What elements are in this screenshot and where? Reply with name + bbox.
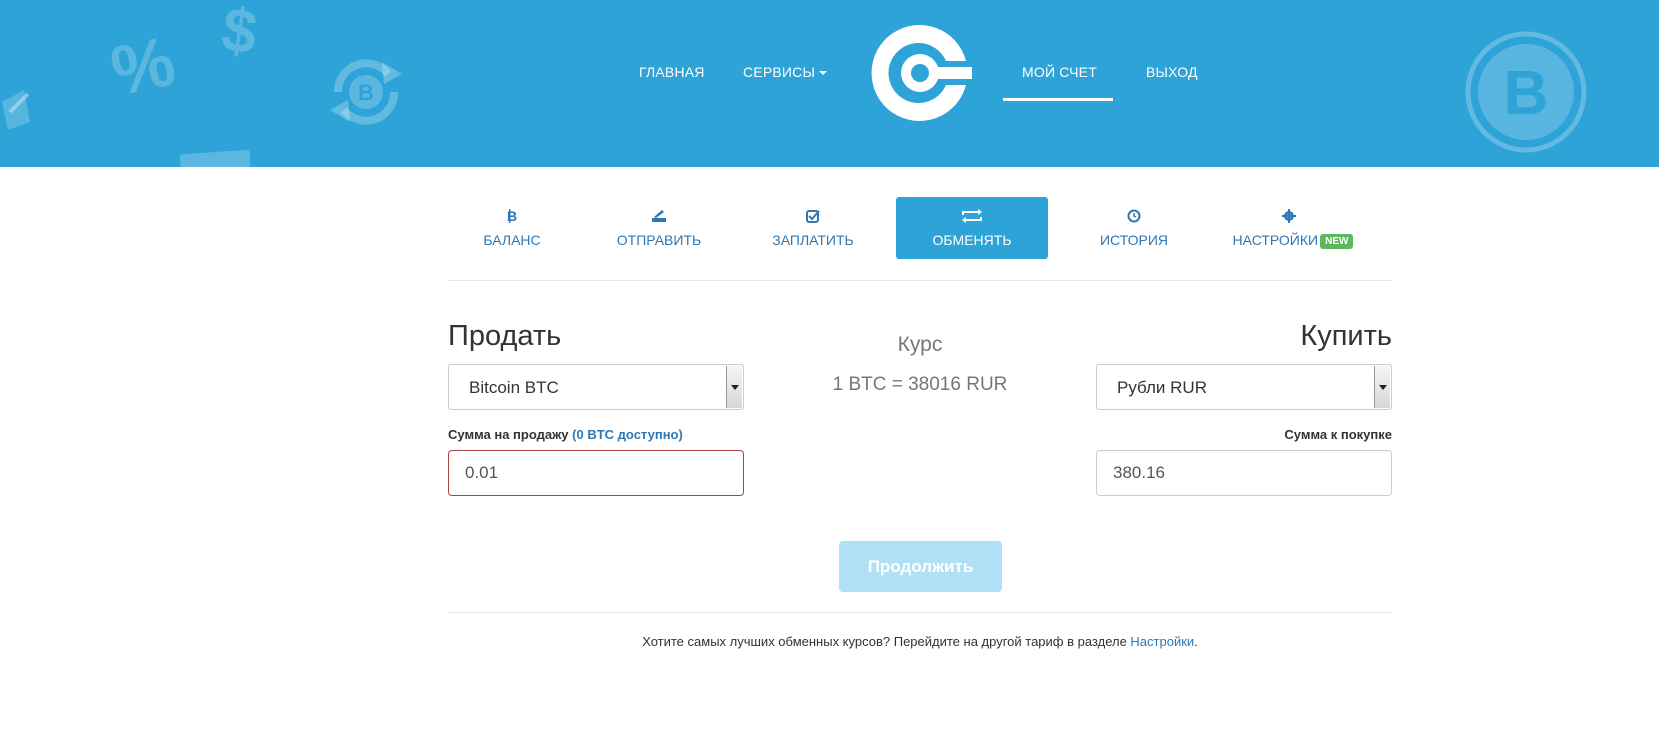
dropdown-arrow-icon	[1374, 366, 1390, 408]
bitcoin-icon: B	[507, 209, 517, 223]
nav-services[interactable]: СЕРВИСЫ	[743, 64, 828, 80]
settings-link[interactable]: Настройки	[1130, 634, 1194, 649]
sell-available-link[interactable]: (0 BTC доступно)	[572, 427, 683, 442]
site-logo[interactable]	[868, 21, 972, 125]
exchange-icon	[962, 209, 982, 223]
sell-amount-input[interactable]: 0.01	[448, 450, 744, 496]
tab-pay[interactable]: ЗАПЛАТИТЬ	[762, 197, 864, 259]
caret-down-icon	[819, 71, 828, 76]
tab-label: ОТПРАВИТЬ	[616, 232, 702, 248]
tab-label-wrap: НАСТРОЙКИ NEW	[1226, 232, 1360, 249]
gear-icon	[1282, 209, 1296, 223]
new-badge: NEW	[1320, 234, 1354, 249]
dropdown-arrow-icon	[726, 366, 742, 408]
footer-note-text: Хотите самых лучших обменных курсов? Пер…	[642, 634, 1131, 649]
form-divider	[448, 612, 1392, 613]
buy-currency-select[interactable]: Рубли RUR	[1096, 364, 1392, 410]
clock-icon	[1127, 209, 1141, 223]
tab-balance[interactable]: B БАЛАНС	[464, 197, 560, 259]
sell-currency-select[interactable]: Bitcoin BTC	[448, 364, 744, 410]
send-icon	[652, 210, 666, 222]
nav-my-account[interactable]: МОЙ СЧЕТ	[1022, 64, 1097, 80]
tab-label: ОБМЕНЯТЬ	[932, 232, 1012, 248]
buy-currency-value: Рубли RUR	[1117, 378, 1207, 397]
main-nav: ГЛАВНАЯ СЕРВИСЫ МОЙ СЧЕТ ВЫХОД	[0, 0, 1659, 167]
account-tabs: B БАЛАНС ОТПРАВИТЬ ЗАПЛАТИТЬ ОБМЕНЯТЬ ИС…	[448, 197, 1392, 261]
buy-amount-input[interactable]: 380.16	[1096, 450, 1392, 496]
tabs-divider	[448, 280, 1392, 281]
rate-value: 1 BTC = 38016 RUR	[832, 374, 1008, 395]
tab-label: ИСТОРИЯ	[1099, 232, 1169, 248]
footer-note-end: .	[1194, 634, 1198, 649]
tab-send[interactable]: ОТПРАВИТЬ	[602, 197, 716, 259]
buy-amount-label: Сумма к покупке	[1284, 427, 1392, 442]
nav-active-indicator	[1003, 98, 1113, 101]
svg-text:B: B	[507, 209, 517, 223]
rate-title: Курс	[897, 333, 943, 356]
nav-services-label: СЕРВИСЫ	[743, 64, 816, 80]
tab-label: НАСТРОЙКИ	[1232, 232, 1319, 248]
sell-heading: Продать	[448, 320, 562, 352]
tab-settings[interactable]: НАСТРОЙКИ NEW	[1226, 197, 1360, 259]
footer-note: Хотите самых лучших обменных курсов? Пер…	[448, 634, 1392, 649]
nav-logout[interactable]: ВЫХОД	[1146, 64, 1198, 80]
continue-button[interactable]: Продолжить	[839, 541, 1002, 592]
buy-heading: Купить	[1300, 320, 1392, 352]
tab-label: ЗАПЛАТИТЬ	[772, 232, 854, 248]
site-header: % $ B B ГЛАВНАЯ СЕРВИСЫ МОЙ СЧЕТ ВЫХОД	[0, 0, 1659, 167]
tab-label: БАЛАНС	[483, 232, 541, 248]
tab-exchange[interactable]: ОБМЕНЯТЬ	[896, 197, 1048, 259]
nav-home[interactable]: ГЛАВНАЯ	[639, 64, 705, 80]
sell-amount-label: Сумма на продажу (0 BTC доступно)	[448, 427, 683, 442]
sell-currency-value: Bitcoin BTC	[469, 378, 559, 397]
checkbox-icon	[806, 210, 820, 223]
tab-history[interactable]: ИСТОРИЯ	[1086, 197, 1182, 259]
sell-amount-label-text: Сумма на продажу	[448, 427, 569, 442]
